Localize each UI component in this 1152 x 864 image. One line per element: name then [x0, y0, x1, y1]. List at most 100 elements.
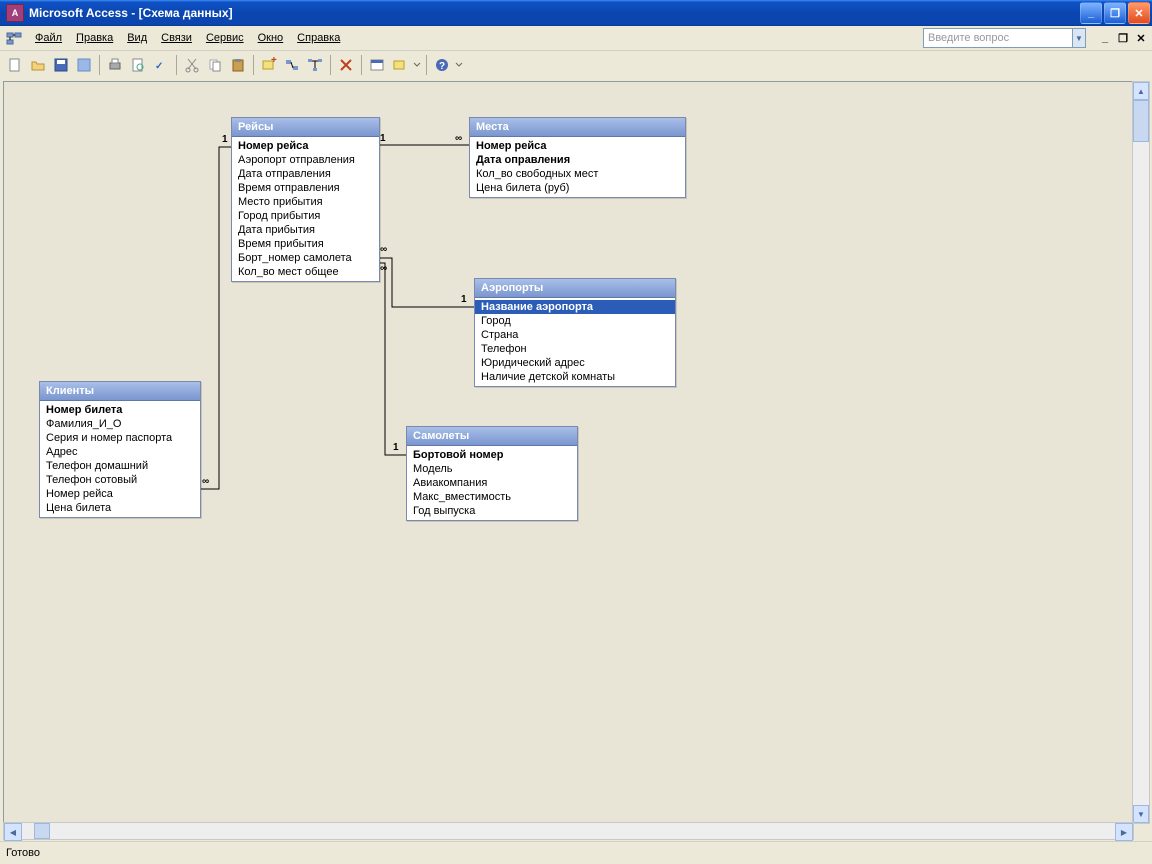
- table-field[interactable]: Юридический адрес: [475, 356, 675, 370]
- table-body: Название аэропортаГородСтранаТелефонЮрид…: [475, 298, 675, 386]
- table-field[interactable]: Серия и номер паспорта: [40, 431, 200, 445]
- table-field[interactable]: Кол_во свободных мест: [470, 167, 685, 181]
- scroll-up-icon[interactable]: ▲: [1133, 82, 1149, 100]
- table-field[interactable]: Телефон сотовый: [40, 473, 200, 487]
- table-header[interactable]: Самолеты: [407, 427, 577, 446]
- table-field[interactable]: Дата оправления: [470, 153, 685, 167]
- spell-icon[interactable]: ✓: [150, 54, 172, 76]
- scroll-left-icon[interactable]: ◀: [4, 823, 22, 841]
- table-field[interactable]: Модель: [407, 462, 577, 476]
- table-field[interactable]: Год выпуска: [407, 504, 577, 518]
- save-layout-icon[interactable]: [73, 54, 95, 76]
- table-field[interactable]: Наличие детской комнаты: [475, 370, 675, 384]
- table-field[interactable]: Телефон: [475, 342, 675, 356]
- table-field[interactable]: Номер билета: [40, 403, 200, 417]
- table-field[interactable]: Дата прибытия: [232, 223, 379, 237]
- rel-many: ∞: [455, 133, 462, 144]
- new-icon[interactable]: [4, 54, 26, 76]
- table-field[interactable]: Дата отправления: [232, 167, 379, 181]
- close-button[interactable]: ✕: [1128, 2, 1150, 24]
- table-field[interactable]: Цена билета (руб): [470, 181, 685, 195]
- help-search-dropdown[interactable]: ▼: [1073, 28, 1086, 48]
- table-field[interactable]: Фамилия_И_О: [40, 417, 200, 431]
- rel-one: 1: [222, 134, 228, 145]
- table-field[interactable]: Макс_вместимость: [407, 490, 577, 504]
- help-icon[interactable]: ?: [431, 54, 453, 76]
- menu-view[interactable]: Вид: [120, 30, 154, 46]
- table-field[interactable]: Время отправления: [232, 181, 379, 195]
- app-icon: A: [6, 4, 24, 22]
- vertical-scrollbar[interactable]: ▲ ▼: [1132, 81, 1150, 824]
- scroll-thumb[interactable]: [34, 823, 50, 839]
- menu-window[interactable]: Окно: [251, 30, 291, 46]
- open-icon[interactable]: [27, 54, 49, 76]
- status-bar: Готово: [0, 841, 1152, 864]
- print-icon[interactable]: [104, 54, 126, 76]
- scroll-down-icon[interactable]: ▼: [1133, 805, 1149, 823]
- table-header[interactable]: Аэропорты: [475, 279, 675, 298]
- table-field[interactable]: Номер рейса: [40, 487, 200, 501]
- paste-icon[interactable]: [227, 54, 249, 76]
- relationships-canvas[interactable]: 1 ∞ 1 ∞ ∞ 1 ∞ 1 Рейсы Номер рейсаАэропор…: [3, 81, 1134, 824]
- table-field[interactable]: Номер рейса: [232, 139, 379, 153]
- table-clients[interactable]: Клиенты Номер билетаФамилия_И_ОСерия и н…: [39, 381, 201, 518]
- table-field[interactable]: Цена билета: [40, 501, 200, 515]
- table-field[interactable]: Бортовой номер: [407, 448, 577, 462]
- copy-icon[interactable]: [204, 54, 226, 76]
- table-flights[interactable]: Рейсы Номер рейсаАэропорт отправленияДат…: [231, 117, 380, 282]
- table-airports[interactable]: Аэропорты Название аэропортаГородСтранаТ…: [474, 278, 676, 387]
- title-bar: A Microsoft Access - [Схема данных] _ ❐ …: [0, 0, 1152, 26]
- help-dropdown-icon[interactable]: [454, 54, 464, 76]
- mdi-restore-button[interactable]: ❐: [1116, 31, 1130, 45]
- save-icon[interactable]: [50, 54, 72, 76]
- mdi-close-button[interactable]: ✕: [1134, 31, 1148, 45]
- add-table-icon[interactable]: +: [258, 54, 280, 76]
- table-planes[interactable]: Самолеты Бортовой номерМодельАвиакомпани…: [406, 426, 578, 521]
- mdi-minimize-button[interactable]: _: [1098, 31, 1112, 45]
- table-field[interactable]: Название аэропорта: [475, 300, 675, 314]
- scroll-thumb[interactable]: [1133, 100, 1149, 142]
- table-field[interactable]: Место прибытия: [232, 195, 379, 209]
- minimize-button[interactable]: _: [1080, 2, 1102, 24]
- table-field[interactable]: Телефон домашний: [40, 459, 200, 473]
- table-seats[interactable]: Места Номер рейсаДата оправленияКол_во с…: [469, 117, 686, 198]
- dropdown-icon[interactable]: [412, 54, 422, 76]
- table-header[interactable]: Места: [470, 118, 685, 137]
- table-body: Номер рейсаДата оправленияКол_во свободн…: [470, 137, 685, 197]
- table-field[interactable]: Город прибытия: [232, 209, 379, 223]
- table-header[interactable]: Рейсы: [232, 118, 379, 137]
- svg-text:✓: ✓: [155, 61, 163, 72]
- new-object-icon[interactable]: [389, 54, 411, 76]
- maximize-button[interactable]: ❐: [1104, 2, 1126, 24]
- table-field[interactable]: Город: [475, 314, 675, 328]
- show-all-icon[interactable]: [304, 54, 326, 76]
- rel-one: 1: [461, 294, 467, 305]
- status-text: Готово: [6, 847, 40, 859]
- table-header[interactable]: Клиенты: [40, 382, 200, 401]
- menu-file[interactable]: Файл: [28, 30, 69, 46]
- table-field[interactable]: Аэропорт отправления: [232, 153, 379, 167]
- menu-links[interactable]: Связи: [154, 30, 199, 46]
- db-window-icon[interactable]: [366, 54, 388, 76]
- table-field[interactable]: Кол_во мест общее: [232, 265, 379, 279]
- scroll-right-icon[interactable]: ▶: [1115, 823, 1133, 841]
- table-field[interactable]: Адрес: [40, 445, 200, 459]
- table-field[interactable]: Авиакомпания: [407, 476, 577, 490]
- cut-icon[interactable]: [181, 54, 203, 76]
- table-field[interactable]: Борт_номер самолета: [232, 251, 379, 265]
- rel-many: ∞: [380, 244, 387, 255]
- table-field[interactable]: Время прибытия: [232, 237, 379, 251]
- help-search-input[interactable]: Введите вопрос: [923, 28, 1073, 48]
- print-preview-icon[interactable]: [127, 54, 149, 76]
- horizontal-scrollbar[interactable]: ◀ ▶: [3, 822, 1134, 840]
- table-body: Номер рейсаАэропорт отправленияДата отпр…: [232, 137, 379, 281]
- rel-one: 1: [393, 442, 399, 453]
- table-field[interactable]: Номер рейса: [470, 139, 685, 153]
- menu-service[interactable]: Сервис: [199, 30, 251, 46]
- table-field[interactable]: Страна: [475, 328, 675, 342]
- delete-icon[interactable]: [335, 54, 357, 76]
- window-controls: _ ❐ ✕: [1080, 2, 1150, 24]
- show-direct-icon[interactable]: [281, 54, 303, 76]
- menu-edit[interactable]: Правка: [69, 30, 120, 46]
- menu-help[interactable]: Справка: [290, 30, 347, 46]
